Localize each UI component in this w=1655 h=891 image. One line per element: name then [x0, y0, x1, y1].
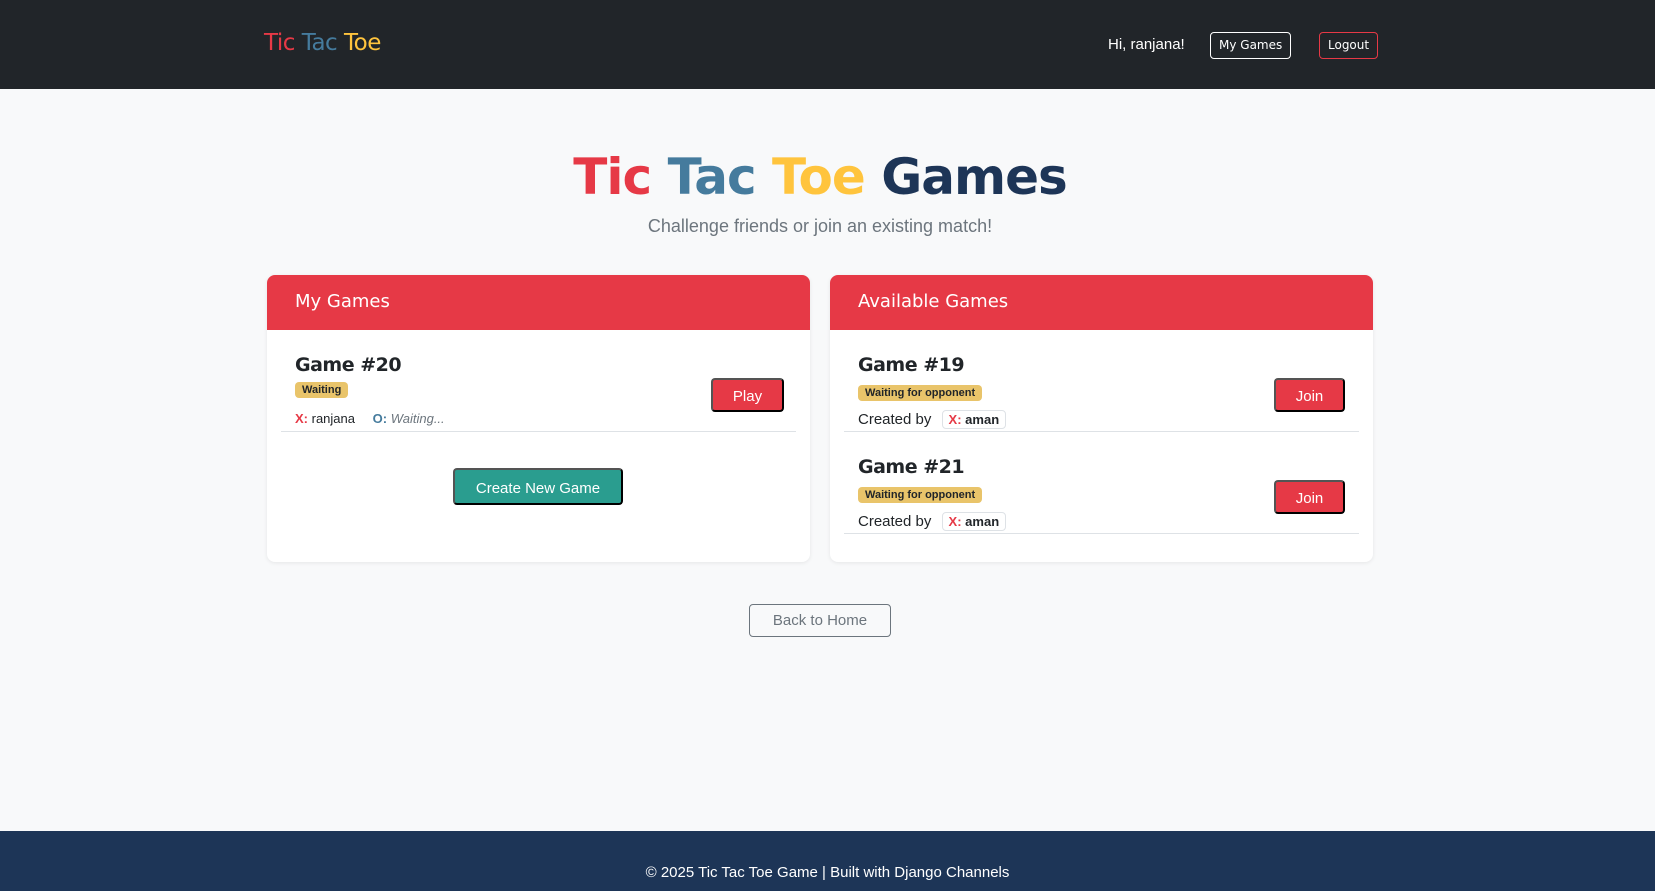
brand-logo[interactable]: Tic Tac Toe	[264, 30, 381, 56]
my-games-card: My Games Game #20 Waiting X: ranjana O: …	[267, 275, 810, 562]
page-title: Tic Tac Toe Games	[0, 148, 1640, 206]
available-games-card: Available Games Game #19 Waiting for opp…	[830, 275, 1373, 562]
create-new-game-button[interactable]: Create New Game	[453, 468, 623, 505]
my-games-header: My Games	[267, 275, 810, 330]
title-word-tic: Tic	[573, 148, 652, 206]
game-title: Game #20	[295, 354, 402, 376]
player-x-label: X:	[295, 411, 308, 426]
created-by-label: Created by	[858, 411, 932, 428]
brand-word-tac: Tac	[301, 30, 338, 56]
game-title: Game #21	[858, 456, 965, 478]
creator-x-label: X:	[948, 514, 962, 529]
page-footer: © 2025 Tic Tac Toe Game | Built with Dja…	[0, 831, 1655, 891]
creator-x-label: X:	[948, 412, 962, 427]
creator-name: aman	[965, 412, 1000, 427]
player-o-label: O:	[372, 411, 388, 426]
creator-chip: X: aman	[941, 410, 1007, 429]
created-by: Created by X: aman	[858, 410, 1007, 429]
created-by-label: Created by	[858, 513, 932, 530]
join-button[interactable]: Join	[1274, 480, 1345, 514]
status-badge: Waiting for opponent	[858, 487, 983, 503]
player-o-name: Waiting...	[390, 411, 445, 426]
my-game-row: Game #20 Waiting X: ranjana O: Waiting..…	[281, 330, 796, 432]
logout-button[interactable]: Logout	[1319, 32, 1379, 59]
page-subtitle: Challenge friends or join an existing ma…	[647, 216, 993, 236]
my-games-button[interactable]: My Games	[1210, 32, 1292, 59]
creator-chip: X: aman	[941, 512, 1007, 531]
status-badge: Waiting for opponent	[858, 385, 983, 401]
created-by: Created by X: aman	[858, 512, 1007, 531]
status-badge: Waiting	[295, 382, 349, 398]
title-word-tac: Tac	[667, 148, 757, 206]
top-navbar: Tic Tac Toe Hi, ranjana! My Games Logout	[0, 0, 1655, 89]
user-greeting: Hi, ranjana!	[1108, 36, 1185, 53]
play-button[interactable]: Play	[711, 378, 784, 412]
brand-word-tic: Tic	[264, 30, 295, 56]
creator-name: aman	[965, 514, 1000, 529]
title-word-games: Games	[881, 148, 1068, 206]
join-button[interactable]: Join	[1274, 378, 1345, 412]
available-games-header: Available Games	[830, 275, 1373, 330]
available-game-row: Game #19 Waiting for opponent Created by…	[844, 330, 1359, 432]
player-x-name: ranjana	[311, 411, 355, 426]
title-word-toe: Toe	[772, 148, 866, 206]
brand-word-toe: Toe	[344, 30, 381, 56]
back-to-home-button[interactable]: Back to Home	[749, 604, 891, 637]
available-game-row: Game #21 Waiting for opponent Created by…	[844, 432, 1359, 534]
game-players: X: ranjana O: Waiting...	[295, 411, 445, 426]
game-title: Game #19	[858, 354, 965, 376]
